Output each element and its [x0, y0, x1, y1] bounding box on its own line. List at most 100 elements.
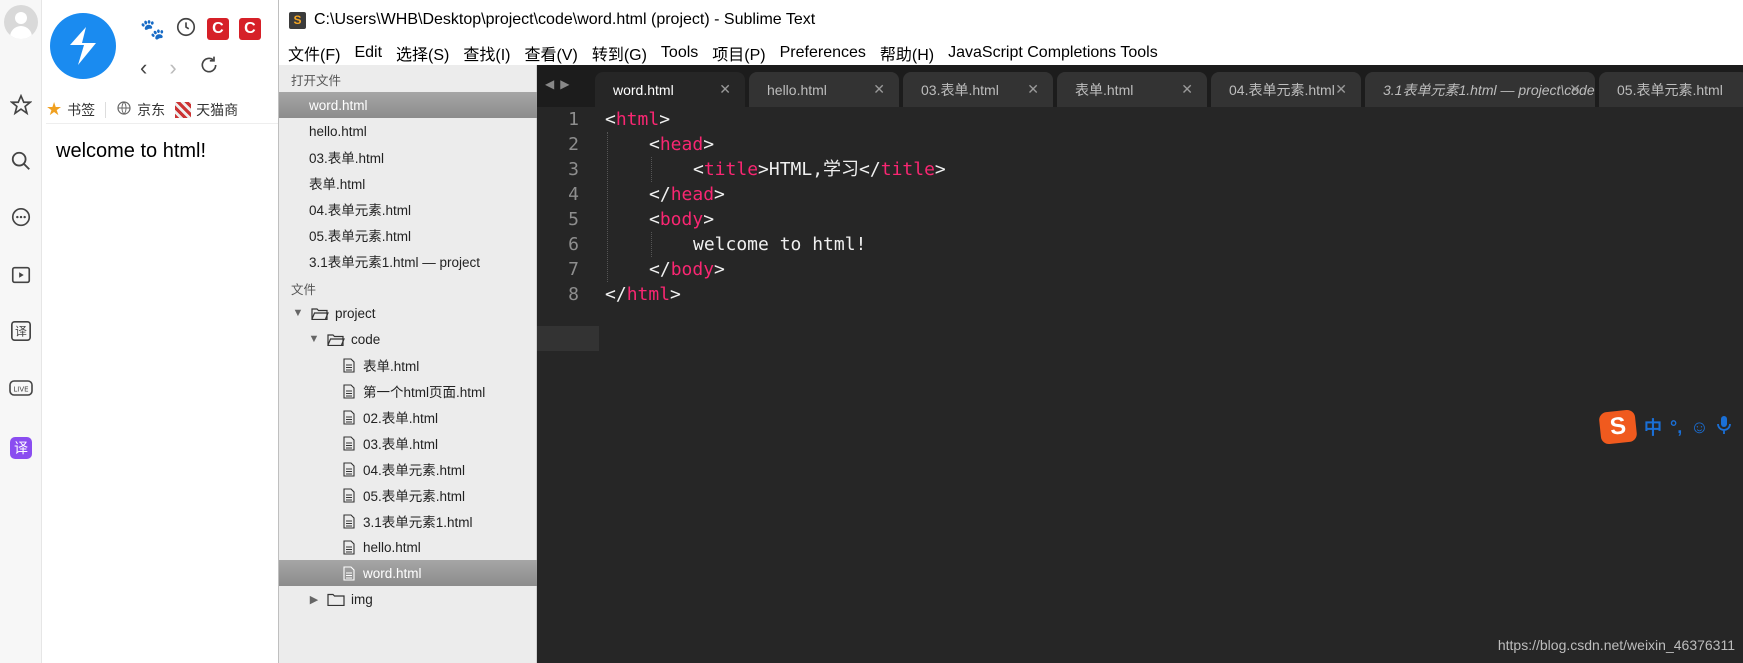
- folder-code[interactable]: ▼ code: [279, 326, 537, 352]
- tree-file-item[interactable]: hello.html: [279, 534, 537, 560]
- tree-file-item[interactable]: word.html: [279, 560, 537, 586]
- close-icon[interactable]: ✕: [873, 81, 885, 98]
- tree-file-item[interactable]: 02.表单.html: [279, 404, 537, 430]
- ime-punctuation-toggle[interactable]: °,: [1670, 417, 1682, 438]
- expanded-triangle-icon[interactable]: ▼: [307, 333, 321, 345]
- line-number: 5: [568, 209, 579, 230]
- menu-find[interactable]: 查找(I): [463, 41, 510, 65]
- csdn-tab-icon[interactable]: C: [206, 18, 229, 40]
- tab-bar: ◀▶ word.html ✕ hello.html ✕ 03.表单.html ✕…: [537, 65, 1743, 107]
- menu-help[interactable]: 帮助(H): [880, 41, 934, 65]
- favorites-star-icon[interactable]: [8, 92, 34, 118]
- menu-tools[interactable]: Tools: [661, 44, 698, 62]
- ime-language-toggle[interactable]: 中: [1644, 414, 1662, 440]
- menu-preferences[interactable]: Preferences: [780, 44, 866, 62]
- line-number: 1: [568, 109, 579, 130]
- history-clock-icon[interactable]: [175, 16, 197, 43]
- open-folder-icon: [311, 307, 329, 320]
- open-file-item[interactable]: hello.html: [279, 118, 537, 144]
- menu-view[interactable]: 查看(V): [524, 41, 577, 65]
- menu-file[interactable]: 文件(F): [288, 41, 340, 65]
- close-icon[interactable]: ✕: [1335, 81, 1347, 98]
- open-file-item[interactable]: word.html: [279, 92, 537, 118]
- expanded-triangle-icon[interactable]: ▼: [291, 307, 305, 319]
- bookmark-item[interactable]: ★ 书签: [46, 99, 95, 120]
- tmall-icon: [175, 101, 192, 118]
- bookmark-item[interactable]: 京东: [116, 100, 165, 120]
- code-line: <title>HTML,学习</title>: [693, 159, 946, 180]
- search-icon[interactable]: [8, 148, 34, 174]
- browser-tab-icons: 🐾 C C: [140, 16, 261, 42]
- line-number: 6: [568, 234, 579, 255]
- tab-form-html[interactable]: 表单.html ✕: [1057, 72, 1207, 107]
- close-icon[interactable]: ✕: [1181, 81, 1193, 98]
- live-icon[interactable]: LIVE: [8, 375, 34, 401]
- avatar[interactable]: [4, 5, 38, 39]
- video-icon[interactable]: [8, 262, 34, 288]
- baidu-paw-icon[interactable]: 🐾: [140, 17, 165, 42]
- folder-icon: [327, 593, 345, 606]
- forward-icon[interactable]: ›: [169, 55, 176, 81]
- translate-app-icon[interactable]: 译: [8, 435, 34, 461]
- tree-file-item[interactable]: 表单.html: [279, 352, 537, 378]
- tab-word-html[interactable]: word.html ✕: [595, 72, 745, 107]
- tab-hello-html[interactable]: hello.html ✕: [749, 72, 899, 107]
- reload-icon[interactable]: [199, 55, 219, 81]
- open-file-item[interactable]: 05.表单元素.html: [279, 222, 537, 248]
- bookmark-item[interactable]: 天猫商: [175, 100, 238, 120]
- ime-emoji-icon[interactable]: ☺: [1690, 417, 1708, 438]
- browser-nav: ‹ ›: [140, 55, 219, 81]
- menu-bar: 文件(F) Edit 选择(S) 查找(I) 查看(V) 转到(G) Tools…: [279, 40, 1743, 65]
- tree-file-item[interactable]: 3.1表单元素1.html: [279, 508, 537, 534]
- open-file-item[interactable]: 03.表单.html: [279, 144, 537, 170]
- code-line: </head>: [649, 184, 725, 205]
- tree-file-item[interactable]: 04.表单元素.html: [279, 456, 537, 482]
- folder-project[interactable]: ▼ project: [279, 300, 537, 326]
- tab-scroll-arrows[interactable]: ◀▶: [545, 77, 575, 91]
- line-number: 4: [568, 184, 579, 205]
- menu-js-completions[interactable]: JavaScript Completions Tools: [948, 44, 1158, 62]
- tab-3-1-form-elements-html[interactable]: 3.1表单元素1.html — project\code ✕: [1365, 72, 1595, 107]
- collapsed-triangle-icon[interactable]: ▶: [307, 593, 321, 606]
- code-line: welcome to html!: [693, 234, 867, 255]
- close-icon[interactable]: ✕: [719, 81, 731, 98]
- menu-goto[interactable]: 转到(G): [592, 41, 647, 65]
- page-content-text: welcome to html!: [56, 140, 207, 162]
- code-line: </body>: [649, 259, 725, 280]
- sidebar: 打开文件 word.html hello.html 03.表单.html 表单.…: [279, 65, 537, 663]
- line-number: 8: [568, 284, 579, 305]
- svg-text:译: 译: [15, 325, 27, 339]
- tree-file-item[interactable]: 05.表单元素.html: [279, 482, 537, 508]
- close-icon[interactable]: ✕: [1027, 81, 1039, 98]
- chat-icon[interactable]: [8, 205, 34, 231]
- code-line: <head>: [649, 134, 715, 155]
- menu-project[interactable]: 项目(P): [712, 41, 765, 65]
- folder-img[interactable]: ▶ img: [279, 586, 537, 612]
- open-files-header: 打开文件: [291, 74, 342, 88]
- ime-mic-icon[interactable]: [1716, 415, 1731, 440]
- indent-guide: [651, 232, 652, 257]
- code-area[interactable]: <html> <head> <title>HTML,学习</title> </h…: [605, 107, 1705, 663]
- tab-05-form-elements-html[interactable]: 05.表单元素.html: [1599, 72, 1743, 107]
- open-file-item[interactable]: 3.1表单元素1.html — project: [279, 248, 537, 274]
- tree-file-item[interactable]: 第一个html页面.html: [279, 378, 537, 404]
- sogou-logo-icon[interactable]: S: [1598, 409, 1638, 445]
- editor-pane[interactable]: ◀▶ word.html ✕ hello.html ✕ 03.表单.html ✕…: [537, 65, 1743, 663]
- csdn-tab-icon-2[interactable]: C: [238, 18, 261, 40]
- menu-edit[interactable]: Edit: [354, 44, 382, 62]
- tree-file-item[interactable]: 03.表单.html: [279, 430, 537, 456]
- star-icon: ★: [46, 99, 63, 119]
- ime-toolbar[interactable]: S 中 °, ☺: [1598, 409, 1743, 445]
- indent-guide: [651, 157, 652, 182]
- title-bar: S C:\Users\WHB\Desktop\project\code\word…: [279, 0, 1743, 40]
- window-title: C:\Users\WHB\Desktop\project\code\word.h…: [314, 11, 816, 28]
- translate-icon[interactable]: 译: [8, 318, 34, 344]
- tab-03-form-html[interactable]: 03.表单.html ✕: [903, 72, 1053, 107]
- open-file-item[interactable]: 04.表单元素.html: [279, 196, 537, 222]
- back-icon[interactable]: ‹: [140, 55, 147, 81]
- svg-text:译: 译: [14, 441, 28, 457]
- open-file-item[interactable]: 表单.html: [279, 170, 537, 196]
- menu-selection[interactable]: 选择(S): [396, 41, 449, 65]
- close-icon[interactable]: ✕: [1569, 81, 1581, 98]
- tab-04-form-elements-html[interactable]: 04.表单元素.html ✕: [1211, 72, 1361, 107]
